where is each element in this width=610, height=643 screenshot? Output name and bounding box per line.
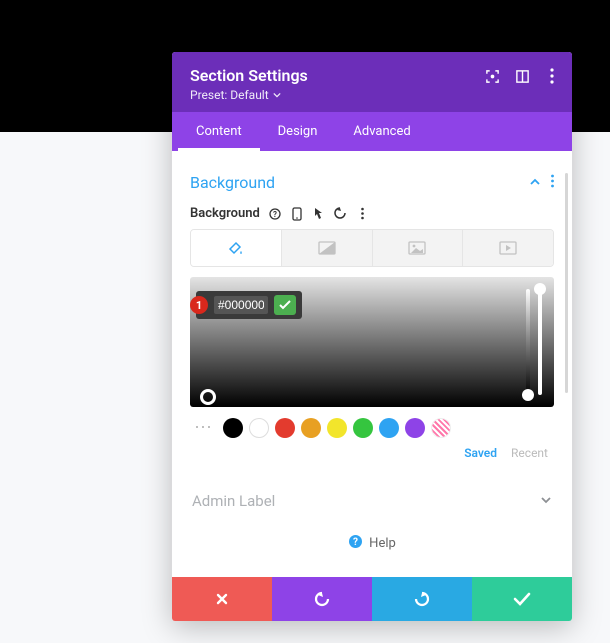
panel-header: Section Settings Preset: Default — [172, 52, 572, 112]
swatch-orange[interactable] — [301, 418, 321, 438]
background-type-tabs — [190, 229, 554, 267]
swatch-yellow[interactable] — [327, 418, 347, 438]
admin-label-title: Admin Label — [192, 492, 275, 510]
undo-icon[interactable] — [334, 207, 348, 221]
picker-cursor[interactable] — [200, 389, 216, 405]
focus-icon[interactable] — [484, 68, 500, 84]
hex-input[interactable] — [214, 296, 268, 314]
swatch-black[interactable] — [223, 418, 243, 438]
section-more-icon[interactable] — [551, 173, 554, 192]
cancel-button[interactable] — [172, 577, 272, 621]
swatch-red[interactable] — [275, 418, 295, 438]
alpha-slider[interactable] — [538, 289, 542, 395]
swatch-tab-recent[interactable]: Recent — [511, 446, 548, 460]
background-row-label: Background ? — [190, 206, 554, 221]
bg-tab-video[interactable] — [462, 230, 553, 266]
swatch-none[interactable] — [431, 418, 451, 438]
svg-text:?: ? — [353, 537, 358, 548]
color-picker[interactable]: 1 — [190, 277, 554, 407]
bg-tab-image[interactable] — [372, 230, 463, 266]
background-label-text: Background — [190, 206, 260, 221]
columns-icon[interactable] — [514, 68, 530, 84]
header-actions — [484, 68, 560, 84]
section-admin-label[interactable]: Admin Label — [190, 488, 554, 514]
gradient-icon — [318, 241, 336, 255]
check-icon — [513, 592, 531, 606]
video-icon — [499, 241, 517, 255]
preset-label: Preset: Default — [190, 88, 269, 102]
row-more-icon[interactable] — [356, 207, 370, 221]
panel-body: Background Background ? — [172, 151, 572, 577]
expand-icon — [540, 492, 552, 510]
caret-down-icon — [273, 88, 281, 102]
help-icon[interactable]: ? — [268, 207, 282, 221]
tab-advanced[interactable]: Advanced — [335, 112, 428, 151]
swatch-more-icon[interactable]: ⋯ — [194, 417, 213, 438]
save-button[interactable] — [472, 577, 572, 621]
swatch-row: ⋯ — [190, 417, 554, 438]
swatch-blue[interactable] — [379, 418, 399, 438]
alpha-thumb[interactable] — [534, 283, 546, 295]
swatch-tab-saved[interactable]: Saved — [464, 446, 497, 460]
help-circle-icon: ? — [348, 534, 363, 553]
settings-panel: Section Settings Preset: Default — [172, 52, 572, 621]
section-background-head: Background — [190, 173, 554, 192]
swatch-green[interactable] — [353, 418, 373, 438]
redo-button[interactable] — [372, 577, 472, 621]
hex-confirm-button[interactable] — [274, 295, 296, 315]
hex-pill: 1 — [196, 291, 302, 319]
swatch-white[interactable] — [249, 418, 269, 438]
scrollbar[interactable] — [565, 173, 568, 393]
tab-design[interactable]: Design — [260, 112, 336, 151]
image-icon — [408, 241, 426, 255]
collapse-icon[interactable] — [529, 173, 541, 192]
tab-bar: Content Design Advanced — [172, 112, 572, 151]
callout-badge: 1 — [190, 296, 208, 314]
hover-icon[interactable] — [312, 207, 326, 221]
phone-icon[interactable] — [290, 207, 304, 221]
undo-icon — [313, 590, 331, 608]
bg-tab-gradient[interactable] — [281, 230, 372, 266]
close-icon — [215, 592, 229, 606]
check-icon — [279, 300, 291, 310]
help-link[interactable]: ? Help — [190, 514, 554, 567]
section-title: Background — [190, 173, 275, 192]
undo-button[interactable] — [272, 577, 372, 621]
panel-footer — [172, 577, 572, 621]
hue-thumb[interactable] — [522, 389, 534, 401]
hue-slider[interactable] — [526, 289, 530, 395]
tab-content[interactable]: Content — [178, 112, 260, 151]
paint-icon — [227, 239, 245, 257]
swatch-purple[interactable] — [405, 418, 425, 438]
bg-tab-color[interactable] — [191, 230, 281, 266]
redo-icon — [413, 590, 431, 608]
swatch-tabs: Saved Recent — [190, 446, 554, 460]
svg-text:?: ? — [273, 210, 277, 219]
preset-selector[interactable]: Preset: Default — [190, 88, 554, 102]
help-label: Help — [369, 536, 396, 551]
more-vert-icon[interactable] — [544, 68, 560, 84]
